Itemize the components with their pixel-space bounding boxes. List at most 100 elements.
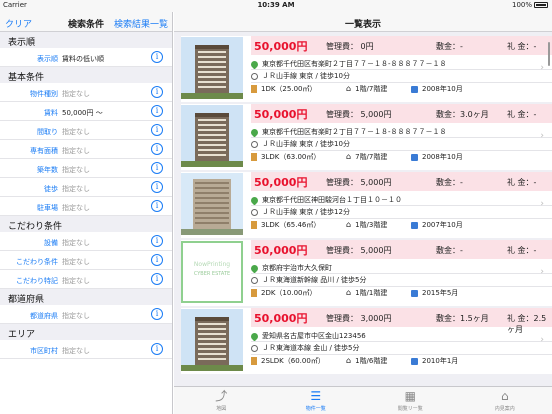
info-icon[interactable]: i: [151, 273, 163, 285]
condition-label: 駐車場: [37, 204, 58, 212]
search-icon: [251, 140, 258, 148]
info-icon[interactable]: i: [151, 308, 163, 320]
map-icon: ⤴: [215, 389, 228, 403]
condition-row[interactable]: 間取り 指定なし i: [0, 121, 172, 140]
home-icon: ⌂: [346, 288, 352, 297]
built-date-text: 2007年10月: [422, 221, 463, 229]
built-date-info: 2010年1月: [411, 356, 458, 366]
condition-row[interactable]: 表示順 賃料の低い順 i: [0, 48, 172, 67]
tab-list[interactable]: ☰ 物件一覧: [269, 387, 364, 414]
property-item[interactable]: 50,000円 管理費： 5,000円 敷金：- 礼 金：- 東京都千代田区神田駿河台１…: [181, 172, 552, 238]
rent-price: 50,000円: [254, 312, 308, 325]
info-icon[interactable]: i: [151, 51, 163, 63]
tab-map[interactable]: ⤴ 地図: [174, 387, 269, 414]
condition-row[interactable]: 賃料 50,000円 〜 i: [0, 102, 172, 121]
condition-row[interactable]: こだわり条件 指定なし i: [0, 251, 172, 270]
scrollbar[interactable]: [548, 42, 550, 66]
chevron-right-icon: ›: [540, 131, 544, 141]
chevron-right-icon: ›: [540, 267, 544, 277]
home-icon: ⌂: [346, 356, 352, 365]
info-icon[interactable]: i: [151, 162, 163, 174]
built-date-info: 2007年10月: [411, 220, 463, 230]
calendar-icon: [411, 153, 418, 161]
condition-label: 設備: [44, 239, 58, 247]
management-fee: 管理費： 0円: [326, 42, 374, 51]
chevron-right-icon: ›: [540, 335, 544, 345]
price-bar: 50,000円 管理費： 5,000円 敷金：- 礼 金：-: [251, 172, 552, 191]
property-photo: [181, 309, 243, 371]
key-money: 礼 金：-: [507, 42, 537, 51]
condition-label: 徒歩: [44, 185, 58, 193]
property-photo: [181, 37, 243, 99]
condition-value: 指定なし: [62, 277, 90, 285]
address-text: 京都府宇治市大久保町: [262, 264, 332, 272]
clock: 10:39 AM: [257, 1, 295, 9]
info-icon[interactable]: i: [151, 143, 163, 155]
property-item[interactable]: 50,000円 管理費： 3,000円 敷金：1.5ヶ月 礼 金：2.5ヶ月 愛知県名古…: [181, 308, 552, 374]
floor-text: 1階/1階建: [355, 289, 388, 297]
property-item[interactable]: 50,000円 管理費： 5,000円 敷金：3.0ヶ月 礼 金：- 東京都千代田区有楽…: [181, 104, 552, 170]
info-icon[interactable]: i: [151, 124, 163, 136]
battery-indicator: 100%: [512, 1, 548, 9]
property-item[interactable]: 50,000円 管理費： 0円 敷金：- 礼 金：- 東京都千代田区有楽町２丁目７７－１…: [181, 36, 552, 102]
tab-label: 地図: [216, 406, 227, 412]
info-icon[interactable]: i: [151, 235, 163, 247]
search-results-button[interactable]: 検索結果一覧: [114, 17, 168, 30]
rent-price: 50,000円: [254, 108, 308, 121]
placeholder-text: NowPrinting: [193, 261, 231, 268]
floor-text: 1階/6階建: [355, 357, 388, 365]
key-money: 礼 金：2.5ヶ月: [507, 314, 547, 334]
condition-row[interactable]: こだわり特記 指定なし i: [0, 270, 172, 289]
condition-row[interactable]: 専有面積 指定なし i: [0, 140, 172, 159]
condition-row[interactable]: 都道府県 指定なし i: [0, 305, 172, 324]
row-divider: [251, 69, 552, 70]
door-icon: [251, 289, 257, 297]
info-icon[interactable]: i: [151, 343, 163, 355]
deposit: 敷金：1.5ヶ月: [436, 314, 489, 323]
floor-info: ⌂ 1階/3階建: [346, 220, 387, 230]
chevron-right-icon: ›: [540, 63, 544, 73]
built-date-text: 2015年5月: [422, 289, 459, 297]
management-fee: 管理費： 5,000円: [326, 178, 392, 187]
tab-building[interactable]: ⌂ 内見案内: [458, 387, 552, 414]
left-nav-bar: クリア 検索条件 検索結果一覧: [0, 12, 172, 32]
calendar-icon: [411, 357, 418, 365]
built-date-text: 2008年10月: [422, 153, 463, 161]
home-icon: ⌂: [346, 220, 352, 229]
condition-row[interactable]: 徒歩 指定なし i: [0, 178, 172, 197]
property-item[interactable]: NowPrinting CYBER ESTATE 50,000円 管理費： 5,000…: [181, 240, 552, 306]
row-divider: [251, 341, 552, 342]
condition-row[interactable]: 設備 指定なし i: [0, 232, 172, 251]
info-icon[interactable]: i: [151, 181, 163, 193]
condition-row[interactable]: 市区町村 指定なし i: [0, 340, 172, 359]
condition-value: 指定なし: [62, 90, 90, 98]
property-list[interactable]: 50,000円 管理費： 0円 敷金：- 礼 金：- 東京都千代田区有楽町２丁目７７－１…: [174, 36, 552, 386]
layout-info: 2DK（10.00㎡）: [251, 288, 316, 298]
station-line: ＪＲ東海道本線 金山 / 徒歩5分: [251, 343, 360, 353]
condition-label: 賃料: [44, 109, 58, 117]
listing-pane: 一覧表示 50,000円 管理費： 0円 敷金：- 礼 金：- 東京都千代田区有楽町２丁…: [174, 12, 552, 414]
info-icon[interactable]: i: [151, 200, 163, 212]
built-date-text: 2008年10月: [422, 85, 463, 93]
rent-price: 50,000円: [254, 244, 308, 257]
built-date-info: 2008年10月: [411, 152, 463, 162]
station-line: ＪＲ山手線 東京 / 徒歩12分: [251, 207, 350, 217]
info-icon[interactable]: i: [151, 86, 163, 98]
grid-icon: ▦: [404, 389, 416, 403]
row-divider: [251, 354, 552, 355]
floor-text: 1階/7階建: [355, 85, 388, 93]
calendar-icon: [411, 221, 418, 229]
condition-row[interactable]: 物件種別 指定なし i: [0, 83, 172, 102]
list-title: 一覧表示: [344, 20, 381, 30]
address-line: 東京都千代田区有楽町２丁目７７－１８-８８８７７－１８: [249, 127, 447, 137]
tab-grid[interactable]: ▦ 閲覧リー覧: [363, 387, 458, 414]
info-icon[interactable]: i: [151, 105, 163, 117]
rent-price: 50,000円: [254, 40, 308, 53]
row-divider: [251, 286, 552, 287]
price-bar: 50,000円 管理費： 0円 敷金：- 礼 金：-: [251, 36, 552, 55]
clear-button[interactable]: クリア: [5, 17, 32, 30]
condition-row[interactable]: 築年数 指定なし i: [0, 159, 172, 178]
info-icon[interactable]: i: [151, 254, 163, 266]
condition-row[interactable]: 駐車場 指定なし i: [0, 197, 172, 216]
row-divider: [251, 150, 552, 151]
